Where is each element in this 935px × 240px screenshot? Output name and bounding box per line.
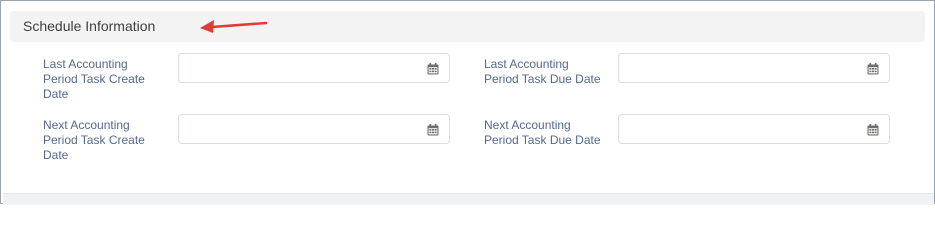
schedule-information-panel: Schedule Information Last Accounting Per… — [0, 0, 935, 205]
section-header[interactable]: Schedule Information — [10, 11, 925, 42]
next-due-date-label: Next Accounting Period Task Due Date — [484, 118, 601, 147]
last-create-date-label: Last Accounting Period Task Create Date — [43, 57, 145, 101]
calendar-icon[interactable] — [427, 63, 439, 75]
calendar-icon[interactable] — [427, 124, 439, 136]
last-due-date-label: Last Accounting Period Task Due Date — [484, 57, 601, 86]
last-due-date-input[interactable] — [618, 53, 890, 83]
next-due-date-input[interactable] — [618, 114, 890, 144]
next-create-date-label: Next Accounting Period Task Create Date — [43, 118, 145, 162]
last-create-date-input[interactable] — [178, 53, 450, 83]
calendar-icon[interactable] — [867, 63, 879, 75]
red-arrow-icon — [200, 20, 268, 33]
next-create-date-input[interactable] — [178, 114, 450, 144]
calendar-icon[interactable] — [867, 124, 879, 136]
section-title: Schedule Information — [23, 18, 156, 34]
panel-bottom-divider — [3, 193, 934, 205]
